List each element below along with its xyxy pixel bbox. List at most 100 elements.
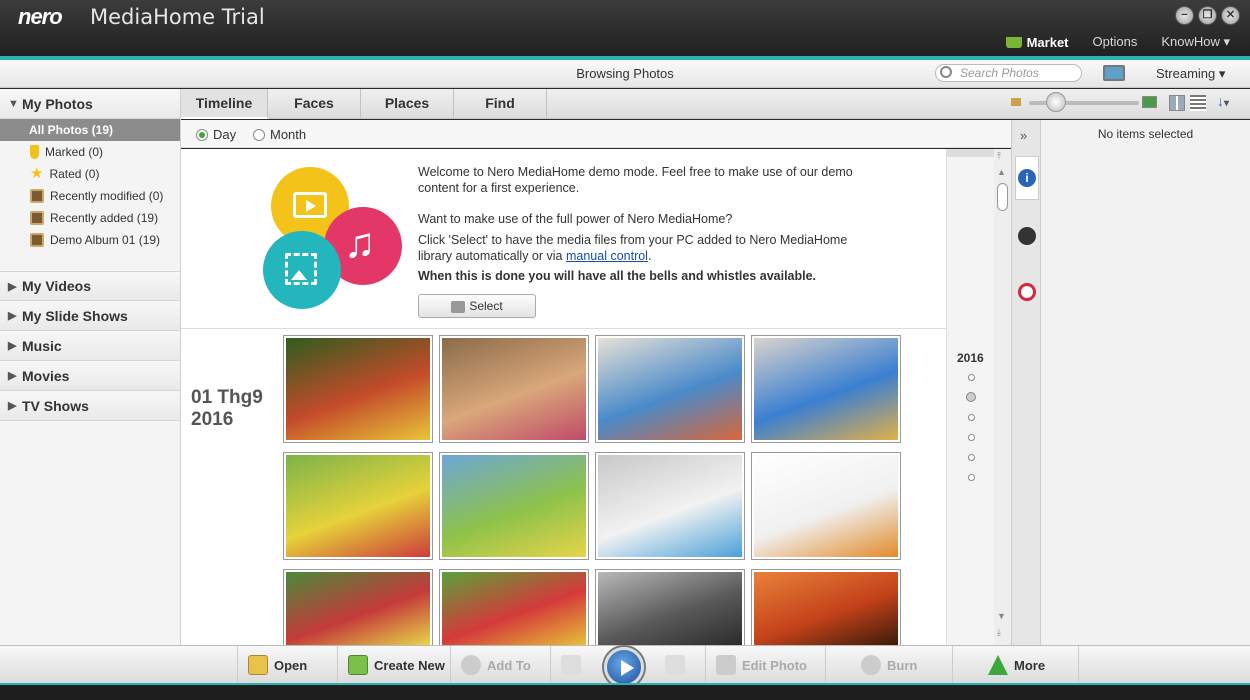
photo-thumbnail[interactable] [439, 335, 589, 443]
timeline-dot-active[interactable] [966, 392, 976, 402]
music-note-icon: ♫ [344, 219, 376, 266]
add-to-label: Add To [487, 657, 531, 673]
photo-thumbnail[interactable] [595, 452, 745, 560]
add-to-button[interactable]: Add To [450, 646, 550, 684]
burn-icon [861, 655, 881, 675]
grid-view-icon[interactable] [1169, 95, 1185, 111]
photo-thumbnail[interactable] [283, 569, 433, 649]
timeline-dot[interactable] [968, 374, 975, 381]
scroll-top-icon[interactable]: ⤒ [997, 151, 1001, 162]
manual-control-link[interactable]: manual control [566, 249, 648, 263]
welcome-line-3: Click 'Select' to have the media files f… [418, 232, 858, 264]
photo-image [754, 338, 898, 440]
edit-photo-button[interactable]: Edit Photo [705, 646, 825, 684]
burn-button[interactable]: Burn [825, 646, 952, 684]
sidebar-item-all-photos[interactable]: All Photos (19) [0, 119, 180, 141]
sidebar-item-marked[interactable]: Marked (0) [0, 141, 180, 163]
timeline-dot[interactable] [968, 434, 975, 441]
timeline-dot[interactable] [968, 414, 975, 421]
chevron-right-icon: ▶ [8, 280, 17, 293]
zoom-slider-handle[interactable] [1046, 92, 1066, 112]
sidebar-section-my-photos[interactable]: ▼ My Photos [0, 89, 180, 119]
photo-thumbnail[interactable] [439, 569, 589, 649]
app-title: MediaHome Trial [90, 5, 265, 29]
tab-find[interactable]: Find [454, 89, 547, 119]
photo-thumbnail[interactable] [439, 452, 589, 560]
close-button[interactable]: ✕ [1221, 6, 1240, 25]
more-button[interactable]: More [952, 646, 1079, 684]
sidebar-section-movies[interactable]: ▶ Movies [0, 361, 180, 391]
photo-thumbnail[interactable] [595, 569, 745, 649]
photo-thumbnail[interactable] [751, 335, 901, 443]
sidebar-item-recently-modified[interactable]: Recently modified (0) [0, 185, 180, 207]
sidebar-item-label: Recently added (19) [50, 211, 159, 225]
photo-thumbnail[interactable] [283, 452, 433, 560]
streaming-dropdown[interactable]: Streaming ▾ [1156, 66, 1225, 82]
rotate-left-button[interactable] [550, 646, 600, 684]
sidebar-item-demo-album[interactable]: Demo Album 01 (19) [0, 229, 180, 251]
collapse-panel-icon[interactable]: » [1020, 128, 1027, 143]
radio-unselected-icon [253, 128, 265, 141]
sidebar-item-recently-added[interactable]: Recently added (19) [0, 207, 180, 229]
photo-thumbnail[interactable] [751, 569, 901, 649]
info-tab[interactable]: i [1015, 156, 1039, 200]
scroll-down-icon[interactable]: ▼ [997, 611, 1006, 621]
market-menu[interactable]: Market [1005, 34, 1069, 50]
burn-label: Burn [887, 657, 918, 673]
select-button[interactable]: Select [418, 294, 536, 318]
welcome-line-1: Welcome to Nero MediaHome demo mode. Fee… [418, 165, 853, 195]
radio-day[interactable]: Day [196, 127, 236, 142]
timeline-dot[interactable] [968, 454, 975, 461]
radio-label: Day [213, 127, 237, 142]
photo-thumbnail[interactable] [283, 335, 433, 443]
monitor-icon[interactable] [1103, 65, 1125, 81]
rotate-right-button[interactable] [655, 646, 705, 684]
restore-button[interactable]: ❐ [1198, 6, 1217, 25]
search-input[interactable]: Search Photos [935, 64, 1082, 82]
sidebar-section-tv-shows[interactable]: ▶ TV Shows [0, 391, 180, 421]
minimize-button[interactable]: − [1175, 6, 1194, 25]
tab-timeline[interactable]: Timeline [181, 89, 268, 119]
tab-faces[interactable]: Faces [268, 89, 361, 119]
photo-image [286, 338, 430, 440]
view-mode-bar: Day Month [181, 120, 1011, 148]
welcome-text: Welcome to Nero MediaHome demo mode. Fee… [418, 164, 858, 284]
chevron-right-icon: ▶ [8, 400, 17, 412]
options-menu[interactable]: Options [1093, 34, 1138, 50]
sidebar-section-my-videos[interactable]: ▶ My Videos [0, 271, 180, 301]
sidebar-item-label: Demo Album 01 (19) [50, 233, 161, 247]
photo-thumbnail[interactable] [595, 335, 745, 443]
sidebar-item-label: Rated (0) [49, 167, 100, 181]
scroll-bottom-icon[interactable]: ⤓ [997, 627, 1001, 638]
timeline-dot[interactable] [968, 474, 975, 481]
photo-icon [285, 253, 317, 285]
photo-image [598, 455, 742, 557]
welcome-line-4: When this is done you will have all the … [418, 269, 817, 283]
sidebar-section-my-slide-shows[interactable]: ▶ My Slide Shows [0, 301, 180, 331]
tab-places[interactable]: Places [361, 89, 454, 119]
sort-icon[interactable]: ↓▾ [1217, 93, 1229, 109]
location-pin-icon[interactable] [1018, 283, 1036, 301]
chevron-right-icon: ▶ [8, 370, 17, 382]
radio-month[interactable]: Month [253, 127, 306, 142]
rotate-left-icon [561, 655, 581, 675]
more-label: More [1014, 657, 1046, 673]
open-button[interactable]: Open [237, 646, 337, 684]
sidebar-item-rated[interactable]: ★ Rated (0) [0, 163, 180, 185]
scroll-up-icon[interactable]: ▲ [997, 167, 1006, 177]
photo-thumbnail[interactable] [751, 452, 901, 560]
knowhow-menu[interactable]: KnowHow ▾ [1161, 34, 1230, 50]
list-view-icon[interactable] [1190, 95, 1206, 111]
face-tag-icon[interactable] [1018, 227, 1036, 245]
photo-image [442, 455, 586, 557]
open-icon [248, 655, 268, 675]
section-label: My Slide Shows [22, 307, 128, 324]
create-new-button[interactable]: Create New [337, 646, 450, 684]
scrollbar[interactable]: ⤒ ▲ ▼ ⤓ [994, 149, 1011, 645]
sidebar-section-music[interactable]: ▶ Music [0, 331, 180, 361]
scroll-thumb[interactable] [997, 183, 1008, 211]
play-button[interactable] [604, 647, 644, 687]
radio-selected-icon [196, 128, 208, 141]
search-icon [940, 66, 952, 78]
